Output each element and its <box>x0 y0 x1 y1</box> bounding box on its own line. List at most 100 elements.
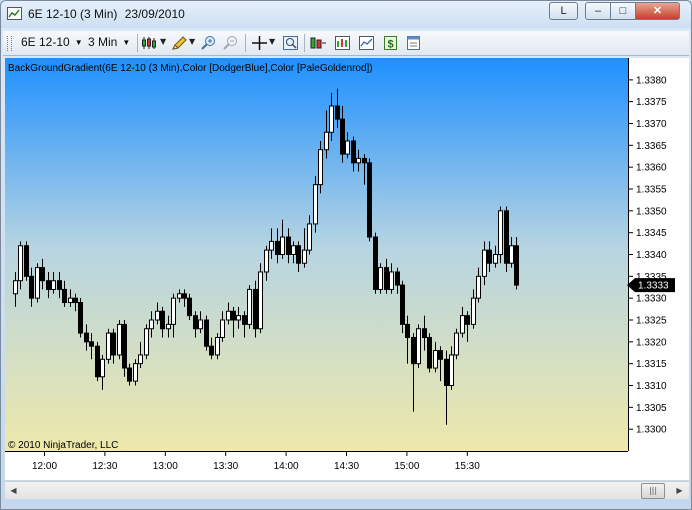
instrument-selector[interactable]: 6E 12-10 ▼ <box>21 35 83 49</box>
candle-down <box>340 118 345 155</box>
strategies-icon[interactable] <box>310 35 327 51</box>
candle-down <box>78 302 83 334</box>
candle-down <box>351 140 356 164</box>
candle-up <box>307 223 312 251</box>
close-button[interactable]: ✕ <box>635 2 680 20</box>
candle-up <box>133 363 138 382</box>
properties-icon[interactable] <box>405 35 422 51</box>
candle-up <box>13 280 18 295</box>
candle-down <box>57 280 62 290</box>
maximize-button[interactable]: □ <box>610 2 636 20</box>
time-tick-label: 13:30 <box>213 461 238 472</box>
candle-up <box>220 319 225 338</box>
price-tick-label: 1.3360 <box>636 163 667 174</box>
minimize-button[interactable]: – <box>585 2 611 20</box>
gradient-background <box>5 58 628 451</box>
chart-style-icon[interactable] <box>141 35 158 51</box>
toolbar-grip[interactable] <box>7 36 12 51</box>
candle-down <box>296 245 301 264</box>
title-bar[interactable]: 6E 12-10 (3 Min) 23/09/2010 L – □ ✕ <box>1 1 691 28</box>
candle-up <box>291 245 296 255</box>
candle-up <box>345 140 350 155</box>
chart-panel[interactable]: 1.3380 1.3375 1.3370 1.3365 1.3360 1.3355 1.33… <box>5 58 689 480</box>
last-price-label: 1.3333 <box>638 281 669 292</box>
candle-down <box>160 310 165 330</box>
candle-down <box>487 249 492 264</box>
candle-down <box>373 236 378 290</box>
candle-up <box>51 280 56 290</box>
candle-up <box>117 323 122 356</box>
candle-up <box>155 310 160 321</box>
candle-up <box>35 267 40 299</box>
candle-up <box>106 332 111 360</box>
price-tick-label: 1.3380 <box>636 75 667 86</box>
candle-down <box>29 275 34 299</box>
candle-up <box>215 336 220 356</box>
candle-up <box>471 297 476 325</box>
candle-down <box>122 323 127 369</box>
crosshair-icon[interactable] <box>251 35 268 51</box>
candle-down <box>275 240 280 255</box>
chart-window: 6E 12-10 (3 Min) 23/09/2010 L – □ ✕ 6E 1… <box>0 0 692 510</box>
toolbar-separator <box>245 34 246 52</box>
price-tick-label: 1.3340 <box>636 250 667 261</box>
indicator-label: BackGroundGradient(6E 12-10 (3 Min),Colo… <box>8 63 373 74</box>
toolbar-separator <box>137 34 138 52</box>
price-tick-label: 1.3355 <box>636 185 667 196</box>
chevron-down-icon: ▼ <box>122 38 131 47</box>
chevron-down-icon[interactable]: ▼ <box>269 37 275 46</box>
candle-down <box>111 332 116 356</box>
candle-down <box>286 236 291 256</box>
data-box-icon[interactable] <box>282 35 299 51</box>
candle-up <box>378 267 383 290</box>
candle-down <box>514 245 519 286</box>
candle-up <box>269 240 274 251</box>
price-tick-label: 1.3365 <box>636 141 667 152</box>
candle-up <box>264 249 269 273</box>
line-chart-icon[interactable] <box>358 35 375 51</box>
candle-down <box>411 336 416 365</box>
candle-down <box>73 297 78 304</box>
candle-down <box>444 358 449 386</box>
candle-up <box>318 149 323 186</box>
candle-up <box>460 315 465 334</box>
candle-up <box>433 350 438 369</box>
scroll-thumb[interactable]: ||| <box>641 483 665 499</box>
price-chart[interactable]: 1.3380 1.3375 1.3370 1.3365 1.3360 1.3355 1.33… <box>5 58 689 480</box>
chart-app-icon <box>7 7 22 20</box>
scroll-left-button[interactable]: ◀ <box>5 483 22 498</box>
candle-down <box>395 271 400 286</box>
candle-up <box>509 245 514 264</box>
candle-up <box>498 210 503 255</box>
candle-up <box>236 315 241 321</box>
chevron-down-icon[interactable]: ▼ <box>189 37 195 46</box>
chart-toolbar: 6E 12-10 ▼ 3 Min ▼ ▼ ▼ ▼ $ <box>3 31 689 56</box>
candle-up <box>226 310 231 321</box>
chevron-down-icon[interactable]: ▼ <box>160 37 166 46</box>
period-selector[interactable]: 3 Min ▼ <box>88 35 130 49</box>
candle-up <box>454 332 459 356</box>
candle-down <box>422 328 427 338</box>
scroll-right-button[interactable]: ▶ <box>671 483 688 498</box>
indicators-icon[interactable] <box>334 35 351 51</box>
link-button[interactable]: L <box>549 2 578 20</box>
svg-text:$: $ <box>387 39 393 51</box>
candle-up <box>149 319 154 330</box>
candle-up <box>302 249 307 264</box>
candle-down <box>209 345 214 356</box>
candle-up <box>177 293 182 299</box>
zoom-out-icon[interactable] <box>222 35 239 51</box>
time-tick-label: 15:30 <box>455 461 480 472</box>
candle-up <box>138 354 143 365</box>
candle-up <box>18 245 23 282</box>
zoom-in-icon[interactable] <box>200 35 217 51</box>
drawing-pencil-icon[interactable] <box>171 35 188 51</box>
price-tick-label: 1.3305 <box>636 403 667 414</box>
candle-up <box>247 288 252 325</box>
price-tick-label: 1.3345 <box>636 228 667 239</box>
horizontal-scrollbar[interactable]: ◀ ||| ▶ <box>5 481 689 499</box>
price-tick-label: 1.3350 <box>636 206 667 217</box>
dollar-icon[interactable]: $ <box>382 35 399 51</box>
candle-down <box>253 288 258 330</box>
candle-up <box>493 254 498 264</box>
